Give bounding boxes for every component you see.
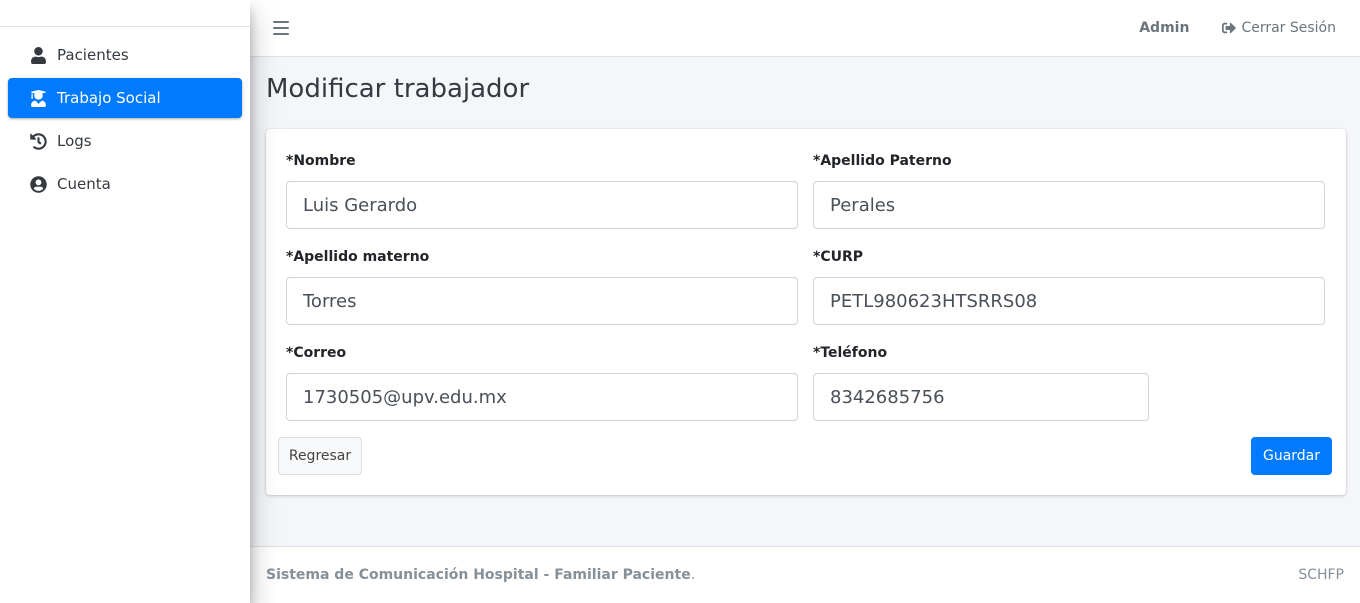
- apellido-paterno-input[interactable]: [813, 181, 1325, 229]
- sidebar-item-label: Pacientes: [57, 46, 129, 64]
- correo-field-group: *Correo: [286, 345, 798, 421]
- history-icon: [29, 132, 47, 150]
- sidebar-nav: Pacientes Trabajo Social Logs Cuenta: [0, 27, 250, 204]
- footer-period: .: [690, 567, 696, 583]
- telefono-input[interactable]: [813, 373, 1149, 421]
- user-nurse-icon: [29, 89, 47, 107]
- footer: Sistema de Comunicación Hospital - Famil…: [250, 546, 1360, 603]
- curp-label: *CURP: [813, 249, 864, 265]
- sidebar: Pacientes Trabajo Social Logs Cuenta: [0, 0, 250, 603]
- sidebar-item-label: Cuenta: [57, 175, 111, 193]
- sidebar-item-cuenta[interactable]: Cuenta: [8, 164, 242, 204]
- telefono-label: *Teléfono: [813, 345, 888, 361]
- sidebar-item-pacientes[interactable]: Pacientes: [8, 35, 242, 75]
- logout-link[interactable]: Cerrar Sesión: [1221, 20, 1336, 36]
- edit-worker-form: *Nombre *Apellido Paterno *Apellido mate…: [266, 129, 1346, 495]
- apellido-paterno-label: *Apellido Paterno: [813, 153, 952, 169]
- logout-label: Cerrar Sesión: [1241, 20, 1336, 36]
- sidebar-brand: [0, 0, 250, 27]
- correo-input[interactable]: [286, 373, 798, 421]
- menu-toggle-icon[interactable]: [273, 21, 289, 35]
- apellido-materno-label: *Apellido materno: [286, 249, 430, 265]
- curp-input[interactable]: [813, 277, 1325, 325]
- correo-label: *Correo: [286, 345, 347, 361]
- sidebar-item-label: Logs: [57, 132, 92, 150]
- apellido-paterno-field-group: *Apellido Paterno: [813, 153, 1325, 229]
- footer-system-name: Sistema de Comunicación Hospital - Famil…: [266, 567, 691, 583]
- sidebar-item-trabajo-social[interactable]: Trabajo Social: [8, 78, 242, 118]
- telefono-field-group: *Teléfono: [813, 345, 1149, 421]
- sign-out-icon: [1222, 22, 1237, 34]
- apellido-materno-field-group: *Apellido materno: [286, 249, 798, 325]
- top-navbar: Admin Cerrar Sesión: [250, 0, 1360, 57]
- current-user: Admin: [1139, 20, 1190, 36]
- nombre-field-group: *Nombre: [286, 153, 798, 229]
- user-icon: [29, 46, 47, 64]
- user-circle-icon: [29, 175, 47, 193]
- back-button[interactable]: Regresar: [278, 437, 362, 475]
- sidebar-item-label: Trabajo Social: [57, 89, 161, 107]
- page-title: Modificar trabajador: [266, 74, 530, 104]
- footer-brand: SCHFP: [1298, 567, 1344, 583]
- save-button[interactable]: Guardar: [1251, 437, 1332, 475]
- sidebar-item-logs[interactable]: Logs: [8, 121, 242, 161]
- apellido-materno-input[interactable]: [286, 277, 798, 325]
- nombre-label: *Nombre: [286, 153, 356, 169]
- footer-text: Sistema de Comunicación Hospital - Famil…: [266, 567, 695, 583]
- curp-field-group: *CURP: [813, 249, 1325, 325]
- nombre-input[interactable]: [286, 181, 798, 229]
